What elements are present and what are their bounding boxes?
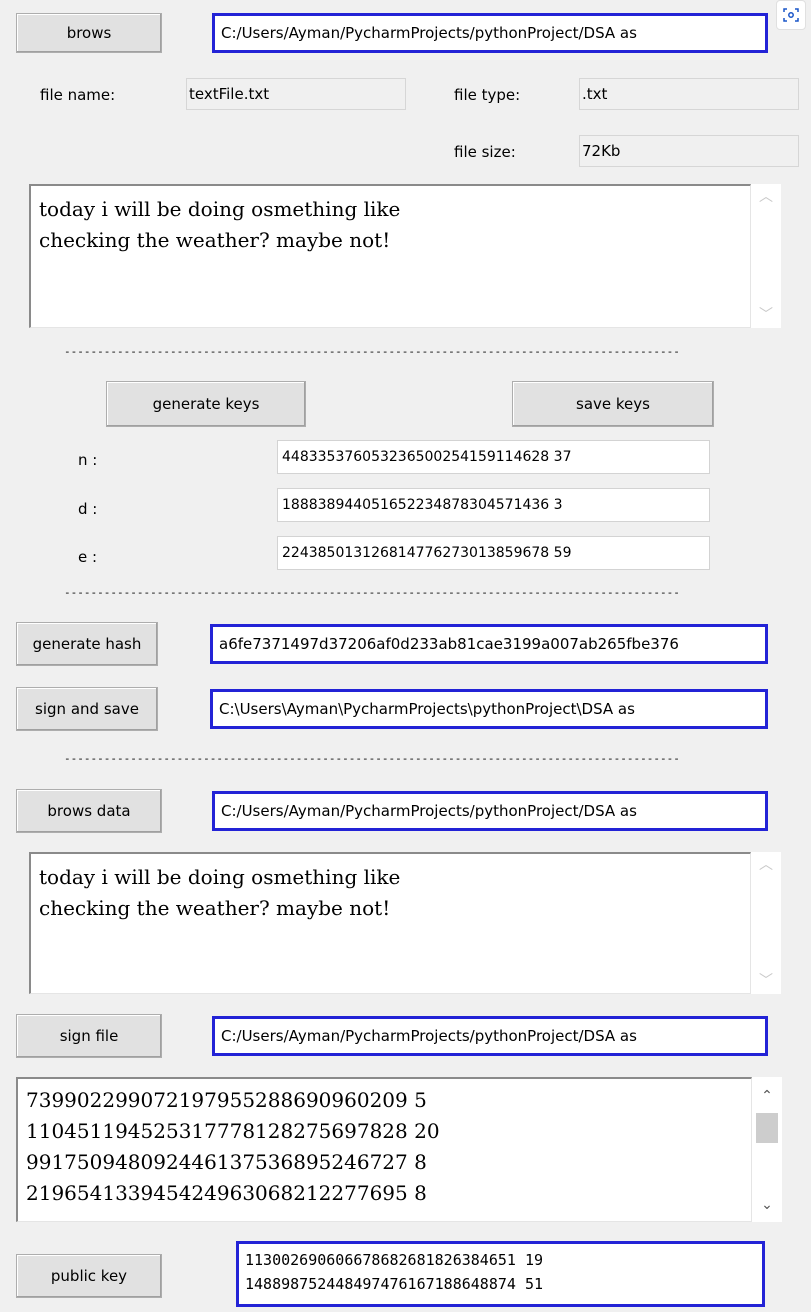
- sign-and-save-button[interactable]: sign and save: [16, 687, 158, 731]
- signature-textarea[interactable]: 739902299072197955288690960209 5 1104511…: [16, 1077, 752, 1222]
- public-key-field[interactable]: 113002690606678682681826384651 19 148898…: [236, 1241, 765, 1307]
- data-content-textarea[interactable]: today i will be doing osmething like che…: [29, 852, 751, 994]
- d-field[interactable]: 188838944051652234878304571436 3: [277, 488, 710, 522]
- public-key-button[interactable]: public key: [16, 1254, 162, 1298]
- file-size-value: 72Kb: [579, 135, 799, 167]
- chevron-down-icon[interactable]: ﹀: [759, 968, 773, 994]
- file-name-label: file name:: [40, 86, 116, 104]
- sign-file-button[interactable]: sign file: [16, 1014, 162, 1058]
- separator: ----------------------------------------…: [64, 345, 680, 358]
- separator: ----------------------------------------…: [64, 752, 680, 765]
- separator: ----------------------------------------…: [64, 586, 680, 599]
- file-content-textarea[interactable]: today i will be doing osmething like che…: [29, 184, 751, 328]
- content-line: today i will be doing osmething like: [39, 197, 401, 221]
- chevron-up-icon[interactable]: ⌃: [761, 1083, 773, 1109]
- data-path-field[interactable]: C:/Users/Ayman/PycharmProjects/pythonPro…: [212, 791, 768, 831]
- data-content-scrollbar[interactable]: ︿ ﹀: [751, 852, 781, 994]
- chevron-down-icon[interactable]: ﹀: [759, 302, 773, 328]
- file-content-scrollbar[interactable]: ︿ ﹀: [751, 184, 781, 328]
- generate-keys-button[interactable]: generate keys: [106, 381, 306, 427]
- chevron-up-icon[interactable]: ︿: [759, 184, 773, 210]
- brows-data-button[interactable]: brows data: [16, 789, 162, 833]
- signature-line: 739902299072197955288690960209 5: [26, 1088, 427, 1112]
- e-field[interactable]: 224385013126814776273013859678 59: [277, 536, 710, 570]
- signature-line: 219654133945424963068212277695 8: [26, 1181, 427, 1205]
- public-key-line: 113002690606678682681826384651 19: [245, 1251, 544, 1269]
- e-label: e :: [78, 548, 98, 566]
- content-line: checking the weather? maybe not!: [39, 896, 391, 920]
- file-type-label: file type:: [454, 86, 521, 104]
- brows-button[interactable]: brows: [16, 13, 162, 53]
- file-name-value: textFile.txt: [186, 78, 406, 110]
- scrollbar-thumb[interactable]: [756, 1113, 778, 1143]
- screenshot-icon-glyph: [783, 8, 799, 22]
- d-label: d :: [78, 500, 98, 518]
- n-field[interactable]: 448335376053236500254159114628 37: [277, 440, 710, 474]
- file-type-value: .txt: [579, 78, 799, 110]
- signature-scrollbar[interactable]: ⌃ ⌄: [752, 1077, 782, 1222]
- file-size-label: file size:: [454, 143, 516, 161]
- hash-field[interactable]: a6fe7371497d37206af0d233ab81cae3199a007a…: [210, 624, 768, 664]
- generate-hash-button[interactable]: generate hash: [16, 622, 158, 666]
- public-key-line: 148898752448497476167188648874 51: [245, 1275, 544, 1293]
- sign-file-path-field[interactable]: C:/Users/Ayman/PycharmProjects/pythonPro…: [212, 1016, 768, 1056]
- screenshot-icon[interactable]: [776, 0, 806, 30]
- signature-line: 110451194525317778128275697828 20: [26, 1119, 440, 1143]
- chevron-down-icon[interactable]: ⌄: [761, 1192, 773, 1218]
- file-path-field[interactable]: C:/Users/Ayman/PycharmProjects/pythonPro…: [212, 13, 768, 53]
- n-label: n :: [78, 451, 98, 469]
- signature-path-field[interactable]: C:\Users\Ayman\PycharmProjects\pythonPro…: [210, 689, 768, 729]
- content-line: today i will be doing osmething like: [39, 865, 401, 889]
- chevron-up-icon[interactable]: ︿: [759, 852, 773, 878]
- signature-line: 991750948092446137536895246727 8: [26, 1150, 427, 1174]
- save-keys-button[interactable]: save keys: [512, 381, 714, 427]
- content-line: checking the weather? maybe not!: [39, 228, 391, 252]
